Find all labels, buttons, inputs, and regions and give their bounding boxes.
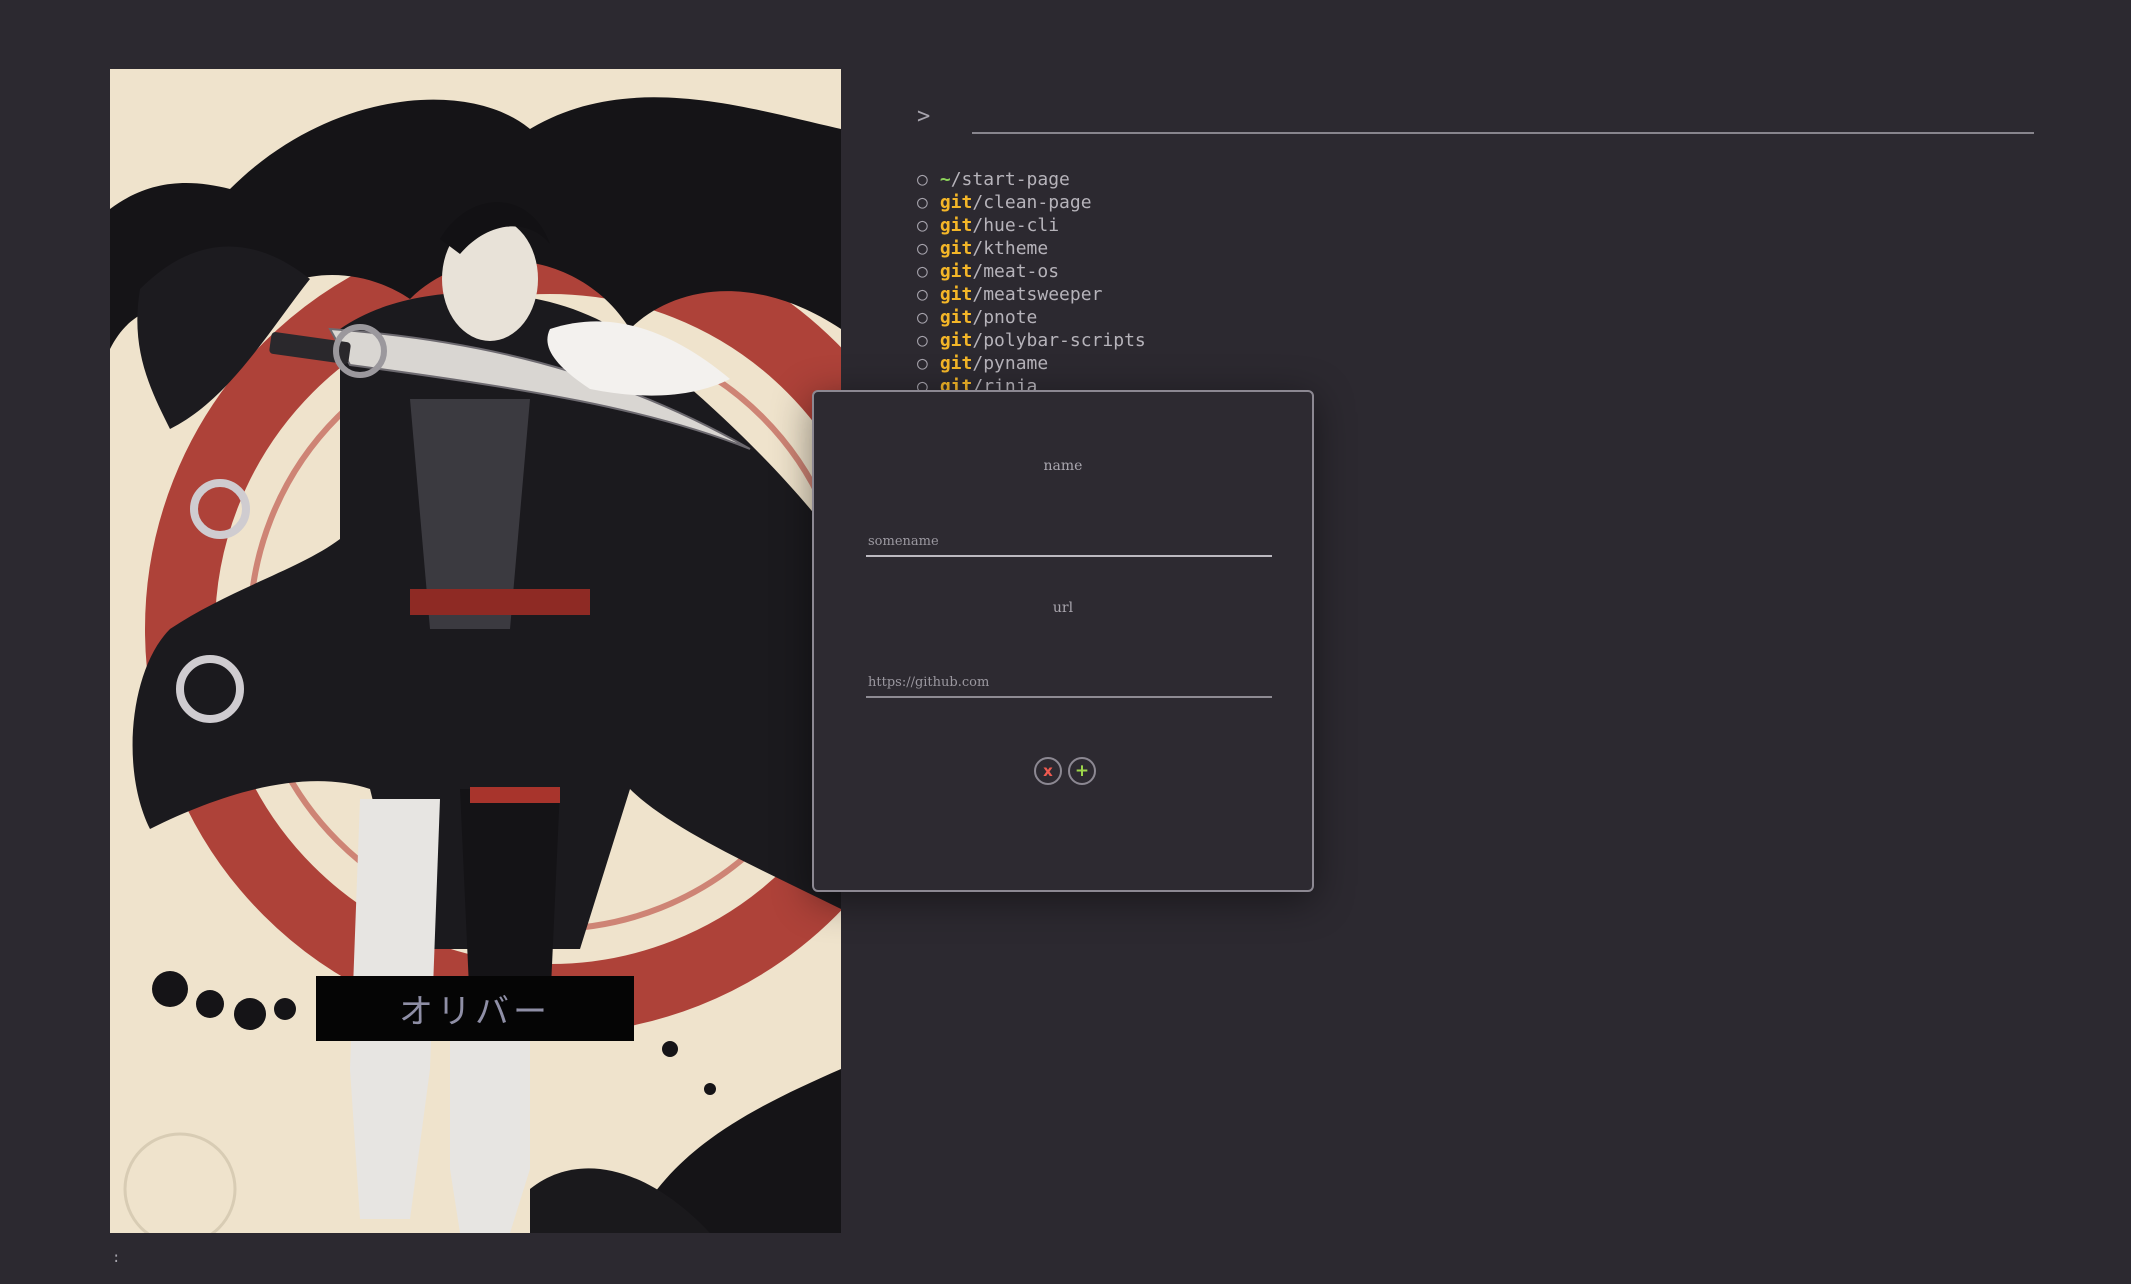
link-path[interactable]: /pyname bbox=[972, 353, 1048, 374]
list-item[interactable]: ○ git/clean-page bbox=[917, 191, 1146, 214]
link-prefix[interactable]: git bbox=[940, 284, 973, 305]
link-prefix[interactable]: ~ bbox=[940, 169, 951, 190]
bullet-icon: ○ bbox=[917, 307, 928, 328]
link-path[interactable]: /start-page bbox=[951, 169, 1070, 190]
bullet-icon: ○ bbox=[917, 192, 928, 213]
link-path[interactable]: /meat-os bbox=[972, 261, 1059, 282]
nameplate: オリバー bbox=[316, 976, 634, 1041]
character-illustration: オリバー bbox=[110, 69, 841, 1233]
link-prefix[interactable]: git bbox=[940, 192, 973, 213]
link-path[interactable]: /hue-cli bbox=[972, 215, 1059, 236]
bullet-icon: ○ bbox=[917, 284, 928, 305]
link-prefix[interactable]: git bbox=[940, 238, 973, 259]
add-button[interactable]: + bbox=[1068, 757, 1096, 785]
bullet-icon: ○ bbox=[917, 215, 928, 236]
link-path[interactable]: /ktheme bbox=[972, 238, 1048, 259]
list-item[interactable]: ○ git/hue-cli bbox=[917, 214, 1146, 237]
link-path[interactable]: /pnote bbox=[972, 307, 1037, 328]
name-label: name bbox=[1043, 458, 1083, 474]
bullet-icon: ○ bbox=[917, 353, 928, 374]
link-prefix[interactable]: git bbox=[940, 330, 973, 351]
link-path[interactable]: /clean-page bbox=[972, 192, 1091, 213]
link-prefix[interactable]: git bbox=[940, 307, 973, 328]
ink-artwork bbox=[110, 69, 841, 1233]
link-path[interactable]: /polybar-scripts bbox=[972, 330, 1145, 351]
cancel-button[interactable]: x bbox=[1034, 757, 1062, 785]
url-label: url bbox=[1052, 600, 1074, 616]
name-field[interactable] bbox=[866, 527, 1272, 557]
bullet-icon: ○ bbox=[917, 169, 928, 190]
prompt-symbol: > bbox=[917, 104, 931, 129]
list-item[interactable]: ○ git/pyname bbox=[917, 352, 1146, 375]
link-prefix[interactable]: git bbox=[940, 353, 973, 374]
list-item[interactable]: ○ ~/start-page bbox=[917, 168, 1146, 191]
start-page: オリバー > ○ ~/start-page ○ git/clean-page ○ gi… bbox=[0, 0, 2131, 1284]
link-prefix[interactable]: git bbox=[940, 215, 973, 236]
url-field[interactable] bbox=[866, 668, 1272, 698]
list-item[interactable]: ○ git/meat-os bbox=[917, 260, 1146, 283]
link-path[interactable]: /meatsweeper bbox=[972, 284, 1102, 305]
status-indicator: : bbox=[112, 1250, 121, 1266]
bullet-icon: ○ bbox=[917, 330, 928, 351]
search-input-underline[interactable] bbox=[972, 132, 2034, 134]
bullet-icon: ○ bbox=[917, 238, 928, 259]
bullet-icon: ○ bbox=[917, 261, 928, 282]
list-item[interactable]: ○ git/ktheme bbox=[917, 237, 1146, 260]
list-item[interactable]: ○ git/meatsweeper bbox=[917, 283, 1146, 306]
add-bookmark-dialog: name url x + bbox=[812, 390, 1314, 892]
bookmark-list: ○ ~/start-page ○ git/clean-page ○ git/hue-c… bbox=[917, 168, 1146, 393]
link-prefix[interactable]: git bbox=[940, 261, 973, 282]
list-item[interactable]: ○ git/pnote bbox=[917, 306, 1146, 329]
list-item[interactable]: ○ git/polybar-scripts bbox=[917, 329, 1146, 352]
